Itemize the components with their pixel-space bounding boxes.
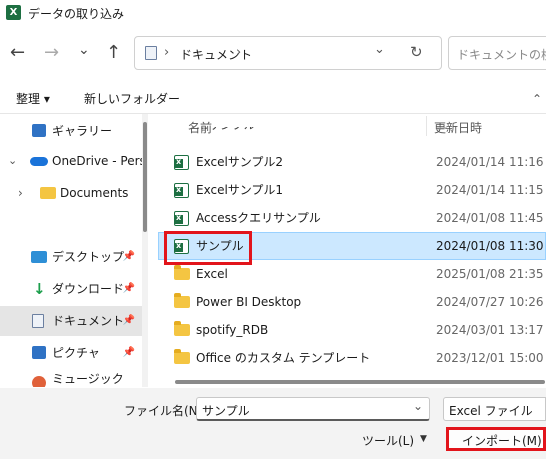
search-input[interactable]: ドキュメントの検索: [457, 46, 546, 63]
file-date: 2024/01/08 11:45: [436, 211, 544, 225]
filename-label: ファイル名(N):: [124, 404, 207, 418]
file-date: 2023/12/01 15:00: [436, 351, 544, 365]
document-icon: [32, 314, 44, 328]
excel-file-icon: [174, 155, 189, 170]
file-date: 2024/07/27 10:26: [436, 295, 544, 309]
list-item[interactable]: Office のカスタム テンプレート 2023/12/01 15:00: [158, 344, 546, 372]
list-item[interactable]: Excelサンプル1 2024/01/14 11:15: [158, 176, 546, 204]
recent-locations-icon[interactable]: ⌄: [78, 40, 90, 60]
folder-icon: [40, 187, 56, 199]
command-bar: [0, 82, 546, 114]
pin-icon[interactable]: 📌: [123, 306, 135, 336]
file-name: …サンプル: [196, 127, 256, 139]
list-item[interactable]: Power BI Desktop 2024/07/27 10:26: [158, 288, 546, 316]
file-date: 2024/01/14 11:15: [436, 183, 544, 197]
folder-icon: [174, 265, 190, 280]
file-date: …: [436, 127, 448, 139]
gallery-icon: [32, 124, 46, 137]
new-folder-button[interactable]: 新しいフォルダー: [84, 90, 180, 107]
file-name: Power BI Desktop: [196, 295, 302, 309]
navigation-pane: ギャラリー ⌄ OneDrive - Perso › Documents デスク…: [0, 114, 147, 387]
filename-input[interactable]: サンプル ⌄: [196, 397, 430, 421]
sidebar-item-label: ミュージック: [52, 372, 124, 386]
sidebar-item-gallery[interactable]: ギャラリー: [0, 116, 147, 146]
sidebar-item-documents[interactable]: ドキュメント 📌: [0, 306, 147, 336]
desktop-icon: [31, 251, 47, 263]
sidebar-item-downloads[interactable]: ↓ ダウンロード 📌: [0, 274, 147, 304]
forward-icon[interactable]: →: [44, 43, 59, 63]
breadcrumb-documents[interactable]: ドキュメント: [180, 46, 252, 63]
sidebar-item-label: OneDrive - Perso: [52, 154, 147, 168]
list-item[interactable]: …サンプル …: [158, 127, 546, 139]
cloud-icon: [30, 157, 48, 166]
pin-icon[interactable]: 📌: [123, 338, 135, 368]
highlight-selected-file: [164, 231, 252, 265]
sidebar-item-documents-onedrive[interactable]: › Documents: [0, 178, 147, 208]
filename-value: サンプル: [202, 404, 250, 418]
chevron-right-icon[interactable]: ›: [18, 178, 23, 208]
breadcrumb-separator: ›: [164, 45, 170, 60]
file-date: 2024/03/01 13:17: [436, 323, 544, 337]
scroll-up-icon[interactable]: ⌃: [532, 92, 542, 106]
list-item[interactable]: Accessクエリサンプル 2024/01/08 11:45: [158, 204, 546, 232]
file-name: Excelサンプル2: [196, 155, 284, 169]
music-icon: [32, 376, 46, 387]
sidebar-item-desktop[interactable]: デスクトップ 📌: [0, 242, 147, 272]
file-name: spotify_RDB: [196, 323, 269, 337]
refresh-icon[interactable]: ↻: [410, 43, 423, 61]
file-name: Accessクエリサンプル: [196, 211, 321, 225]
sidebar-item-label: デスクトップ: [52, 250, 125, 264]
sidebar-item-label: ギャラリー: [52, 124, 113, 138]
sidebar-item-music[interactable]: ミュージック: [0, 370, 147, 387]
pin-icon[interactable]: 📌: [123, 274, 135, 304]
picture-icon: [32, 346, 46, 359]
back-icon[interactable]: ←: [10, 43, 25, 63]
tools-button[interactable]: ツール(L): [362, 432, 414, 449]
horizontal-scroll-thumb[interactable]: [175, 380, 545, 384]
up-folder-icon[interactable]: ↑: [106, 43, 121, 63]
pin-icon[interactable]: 📌: [123, 242, 135, 272]
tools-caret-icon[interactable]: ▼: [420, 434, 427, 444]
download-icon: ↓: [33, 280, 46, 298]
file-date: 2024/01/14 11:16: [436, 155, 544, 169]
folder-icon: [174, 321, 190, 336]
file-name: Excelサンプル1: [196, 183, 284, 197]
highlight-import-button: [446, 427, 546, 451]
list-item[interactable]: spotify_RDB 2024/03/01 13:17: [158, 316, 546, 344]
excel-file-icon: [174, 183, 189, 198]
filetype-value: Excel ファイル: [449, 404, 533, 418]
breadcrumb-separator[interactable]: ›: [236, 45, 241, 60]
sidebar-item-label: Documents: [60, 186, 129, 200]
address-dropdown-icon[interactable]: ⌄: [374, 42, 385, 57]
sidebar-item-label: ダウンロード: [52, 282, 125, 296]
sidebar-item-label: ドキュメント: [52, 314, 125, 328]
file-date: 2024/01/08 11:30: [436, 239, 544, 253]
list-item[interactable]: Excelサンプル2 2024/01/14 11:16: [158, 148, 546, 176]
chevron-down-icon[interactable]: ⌄: [8, 146, 17, 176]
chevron-down-icon[interactable]: ⌄: [413, 399, 423, 413]
sidebar-item-onedrive[interactable]: ⌄ OneDrive - Perso: [0, 146, 147, 176]
excel-icon: X: [6, 5, 21, 20]
folder-icon: [174, 293, 190, 308]
organize-button[interactable]: 整理 ▾: [16, 90, 50, 107]
document-folder-icon: [145, 46, 157, 60]
file-name: Office のカスタム テンプレート: [196, 351, 371, 365]
file-date: 2025/01/08 21:35: [436, 267, 544, 281]
sidebar-scroll-thumb[interactable]: [143, 122, 147, 232]
filetype-select[interactable]: Excel ファイル: [443, 397, 546, 421]
excel-file-icon: [174, 211, 189, 226]
window-title: データの取り込み: [28, 7, 125, 21]
folder-icon: [174, 349, 190, 364]
